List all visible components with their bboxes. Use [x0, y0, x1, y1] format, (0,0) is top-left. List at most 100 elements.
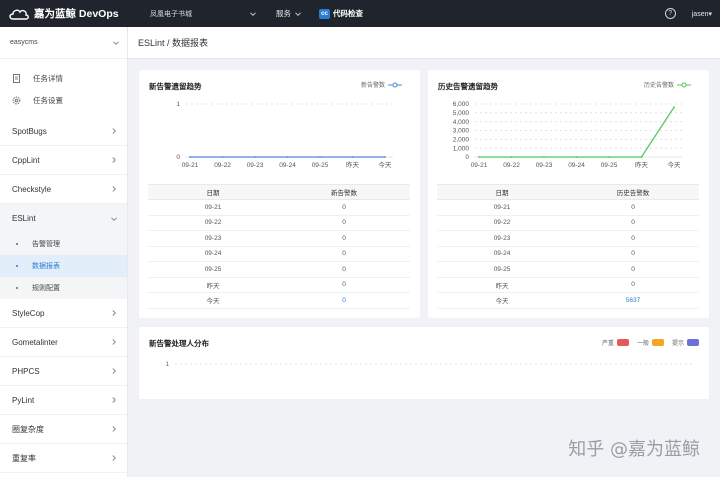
chart-legend[interactable]: 历史告警数	[644, 80, 691, 89]
nav-code-check[interactable]: cc 代码检查	[319, 8, 363, 19]
sidebar-group-item[interactable]: SpotBugs	[0, 117, 127, 146]
watermark: 知乎 @嘉为蓝鲸	[568, 439, 700, 460]
legend-swatch-normal[interactable]	[651, 339, 664, 346]
sidebar-item-task-detail[interactable]: 任务详情	[0, 67, 127, 89]
x-tick-label: 昨天	[346, 160, 360, 169]
table-row: 09-22 0	[437, 215, 699, 231]
card-title: 新告警处理人分布	[149, 339, 209, 348]
legend-label: 新告警数	[360, 83, 385, 89]
new-alerts-card: 新告警遗留趋势 新告警数 0 1 09-21 09-22 09-23 09-24 09-25…	[139, 70, 420, 318]
cell-date: 09-24	[148, 246, 278, 262]
x-tick-label: 昨天	[635, 160, 649, 169]
chart-legend[interactable]: 新告警数	[361, 80, 402, 89]
y-tick-label: 6,000	[453, 101, 470, 108]
sidebar-subitem[interactable]: 规则配置	[0, 277, 127, 299]
nav-code-check-label: 代码检查	[333, 9, 363, 18]
data-point	[640, 156, 643, 158]
chevron-down-icon	[295, 11, 301, 16]
legend-swatch-hint[interactable]	[687, 339, 699, 346]
x-tick-label: 09-25	[312, 162, 329, 169]
user-name: jasen	[691, 10, 709, 18]
sidebar-group-eslint[interactable]: ESLint	[0, 204, 127, 233]
data-point	[510, 156, 513, 158]
sidebar-subitem[interactable]: 告警管理	[0, 233, 127, 255]
cell-date: 09-25	[148, 261, 278, 278]
user-menu[interactable]: jasen▾	[692, 10, 712, 18]
chevron-right-icon	[112, 368, 117, 374]
column-header-count: 新告警数	[278, 184, 410, 200]
sidebar-item-label: 任务详情	[33, 73, 63, 83]
chevron-down-icon	[113, 40, 119, 45]
top-bar: 嘉为蓝鲸 DevOps 凤凰电子书城 服务 cc 代码检查 ? jasen▾	[0, 0, 720, 27]
table-header-row: 日期 新告警数	[148, 184, 410, 200]
table-row: 09-21 0	[148, 199, 410, 216]
data-point	[351, 156, 354, 158]
table-row: 今天 0	[148, 292, 410, 309]
y-tick-label: 1	[165, 361, 169, 368]
data-point	[286, 156, 289, 158]
data-point	[673, 106, 675, 109]
sidebar-group-label: 重复率	[12, 453, 36, 463]
table-row: 09-24 0	[148, 246, 410, 262]
sidebar-project-select[interactable]: easycms	[0, 27, 127, 59]
cell-count[interactable]: 5637	[567, 292, 699, 309]
help-icon[interactable]: ?	[664, 8, 676, 19]
document-icon	[13, 73, 20, 83]
series-line	[479, 106, 675, 158]
y-tick-label: 5,000	[453, 110, 470, 117]
sidebar-group-item[interactable]: 重复率	[0, 444, 127, 473]
y-tick-label: 2,000	[453, 137, 470, 144]
sidebar-group-item[interactable]: 圈复杂度	[0, 415, 127, 444]
legend-line-icon	[677, 82, 691, 87]
cell-count: 0	[567, 246, 699, 262]
sidebar-group-label: PHPCS	[12, 366, 40, 376]
sidebar-group-item[interactable]: Checkstyle	[0, 175, 127, 204]
x-tick-label: 09-22	[214, 162, 231, 169]
history-alerts-card: 历史告警遗留趋势 历史告警数 0 1,000 2,000 3,000 4,000 5,00…	[428, 70, 709, 318]
chevron-right-icon	[112, 310, 117, 316]
cell-date: 09-22	[437, 215, 567, 231]
sidebar-subitem-label: 数据报表	[32, 263, 60, 270]
x-tick-label: 09-24	[568, 162, 585, 169]
nav-services[interactable]: 服务	[276, 8, 301, 19]
x-tick-label: 今天	[379, 160, 393, 169]
table-row: 09-23 0	[148, 230, 410, 247]
x-tick-label: 09-24	[279, 162, 296, 169]
cell-date: 昨天	[148, 277, 278, 293]
sidebar-group-item[interactable]: CppLint	[0, 146, 127, 175]
caret-down-icon: ▾	[708, 10, 712, 18]
data-point	[189, 156, 191, 158]
code-check-icon: cc	[319, 8, 330, 19]
chevron-right-icon	[112, 339, 117, 345]
bullet-icon	[16, 265, 18, 267]
x-tick-label: 09-22	[503, 162, 520, 169]
cell-date: 今天	[437, 292, 567, 309]
chevron-down-icon	[111, 216, 117, 221]
sidebar-item-task-settings[interactable]: 任务设置	[0, 89, 127, 111]
data-point	[254, 156, 256, 158]
data-point	[384, 156, 386, 158]
cell-count[interactable]: 0	[278, 292, 410, 309]
chevron-right-icon	[112, 186, 117, 192]
data-point	[319, 156, 321, 158]
sidebar-group-item[interactable]: PyLint	[0, 386, 127, 415]
sidebar-subitem[interactable]: 数据报表	[0, 255, 127, 277]
project-select[interactable]: 凤凰电子书城	[144, 5, 262, 23]
y-tick-label: 1	[176, 101, 180, 108]
nav-services-label: 服务	[276, 9, 291, 18]
sidebar-group-item[interactable]: StyleCop	[0, 299, 127, 328]
project-select-value: 凤凰电子书城	[150, 10, 192, 18]
x-tick-label: 09-21	[471, 162, 488, 169]
sidebar-group-item[interactable]: Gometalinter	[0, 328, 127, 357]
data-point	[221, 156, 224, 158]
data-point	[608, 156, 610, 158]
cloud-logo-icon	[9, 9, 29, 20]
sidebar-group-item[interactable]: PHPCS	[0, 357, 127, 386]
sidebar-group-label: 圈复杂度	[12, 424, 44, 434]
sidebar-group-label: ESLint	[12, 214, 36, 223]
brand-logo[interactable]: 嘉为蓝鲸 DevOps	[0, 6, 138, 21]
table-row: 09-24 0	[437, 246, 699, 262]
table-header-row: 日期 历史告警数	[437, 184, 699, 200]
legend-swatch-critical[interactable]	[616, 339, 629, 346]
sidebar-group-label: SpotBugs	[12, 126, 47, 136]
